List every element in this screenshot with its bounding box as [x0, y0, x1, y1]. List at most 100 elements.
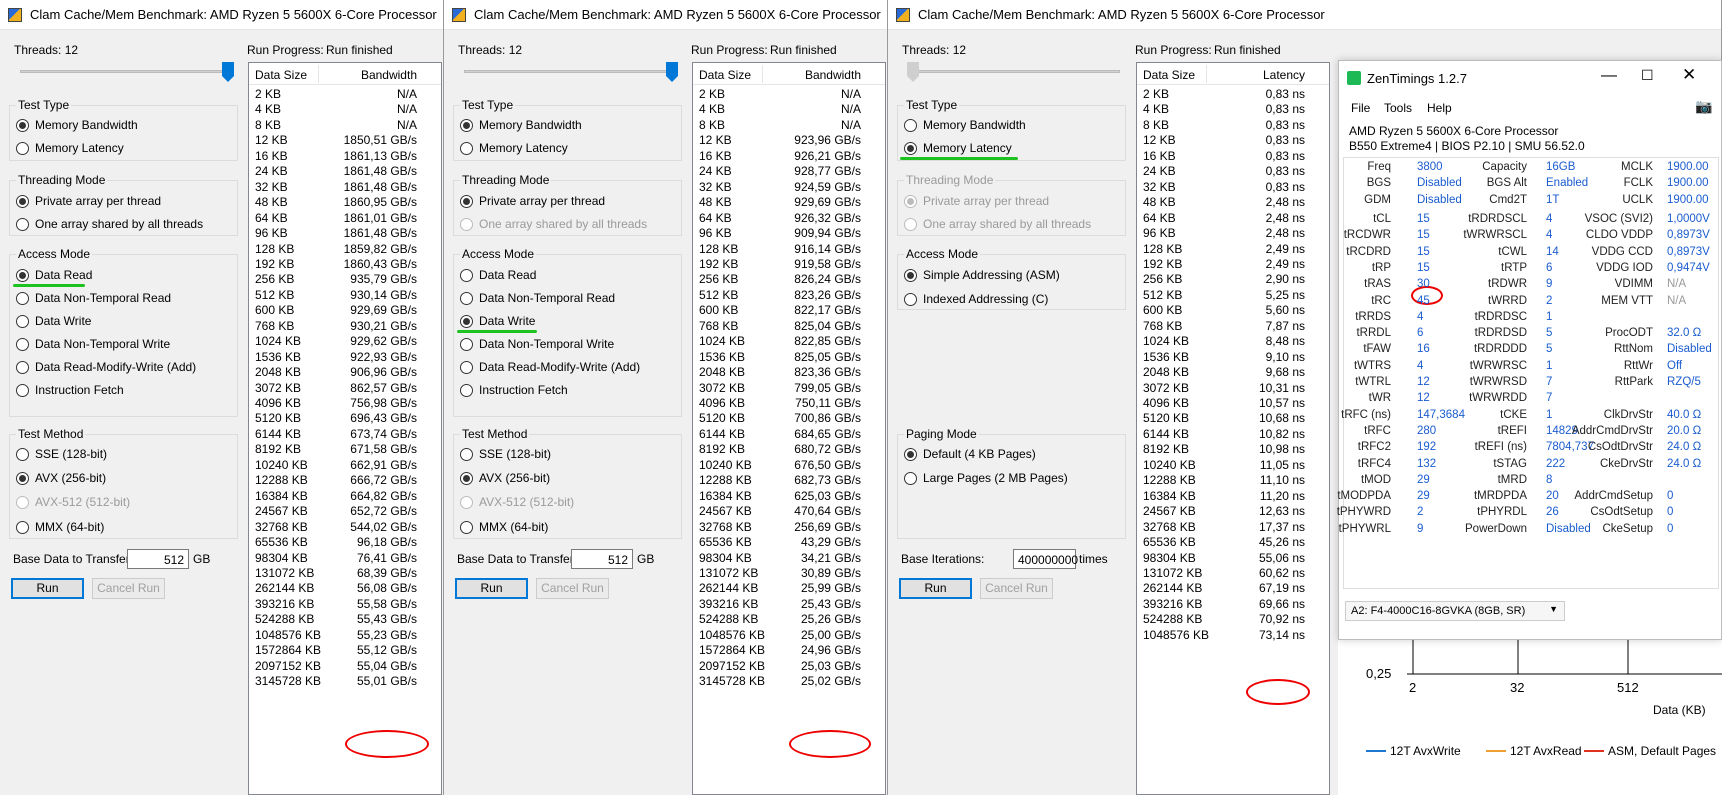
- menu-help[interactable]: Help: [1427, 101, 1452, 115]
- base-iterations-input[interactable]: 400000000: [1013, 549, 1078, 569]
- timing-value: 0: [1667, 490, 1674, 503]
- col-data-size[interactable]: Data Size: [1143, 68, 1195, 82]
- radio-mmx[interactable]: MMX (64-bit): [460, 520, 548, 534]
- radio-memory-latency[interactable]: Memory Latency: [460, 141, 568, 155]
- timing-value: 24.0 Ω: [1667, 441, 1702, 454]
- row-value: 2,49 ns: [1265, 241, 1305, 256]
- radio-one-array[interactable]: One array shared by all threads: [16, 217, 203, 231]
- timing-value: 4: [1417, 359, 1424, 372]
- row-value: 24,96 GB/s: [800, 643, 861, 658]
- camera-icon[interactable]: 📷: [1695, 98, 1712, 115]
- radio-private-array[interactable]: Private array per thread: [460, 194, 605, 208]
- timing-value: 0,9474V: [1667, 261, 1710, 274]
- slider-thumb[interactable]: [907, 62, 919, 82]
- radio-simple-addressing[interactable]: Simple Addressing (ASM): [904, 268, 1060, 282]
- dimm-select[interactable]: A2: F4-4000C16-8GVKA (8GB, SR) ▼: [1345, 601, 1565, 621]
- radio-indexed-addressing[interactable]: Indexed Addressing (C): [904, 292, 1048, 306]
- radio-memory-bandwidth[interactable]: Memory Bandwidth: [460, 118, 582, 132]
- timing-label: tRAS: [1364, 278, 1391, 291]
- radio-data-write[interactable]: Data Write: [16, 314, 91, 328]
- radio-large-pages[interactable]: Large Pages (2 MB Pages): [904, 471, 1068, 485]
- results-list[interactable]: Data Size Bandwidth 2 KB N/A 4 KB N/A 8 KB N/…: [692, 62, 886, 795]
- row-value: 10,68 ns: [1258, 411, 1305, 426]
- threads-slider[interactable]: [908, 70, 1120, 73]
- row-data-size: 16384 KB: [699, 488, 752, 503]
- radio-avx[interactable]: AVX (256-bit): [460, 471, 550, 485]
- row-value: 822,17 GB/s: [794, 303, 861, 318]
- col-bandwidth[interactable]: Bandwidth: [361, 68, 417, 82]
- base-data-input[interactable]: 512: [127, 549, 189, 569]
- radio-data-nt-read[interactable]: Data Non-Temporal Read: [16, 291, 171, 305]
- threads-slider[interactable]: [20, 70, 232, 73]
- timing-label: tRFC4: [1357, 457, 1391, 470]
- cpu-name: AMD Ryzen 5 5600X 6-Core Processor: [1349, 124, 1559, 138]
- radio-data-rmw[interactable]: Data Read-Modify-Write (Add): [16, 360, 196, 374]
- row-value: 0,83 ns: [1265, 164, 1305, 179]
- row-value: 823,36 GB/s: [794, 365, 861, 380]
- row-data-size: 98304 KB: [699, 550, 752, 565]
- radio-memory-latency[interactable]: Memory Latency: [904, 141, 1012, 155]
- results-list[interactable]: Data Size Bandwidth 2 KB N/A 4 KB N/A 8 KB N/…: [248, 62, 442, 795]
- radio-mmx[interactable]: MMX (64-bit): [16, 520, 104, 534]
- legend-label: 12T AvxWrite: [1390, 744, 1461, 758]
- timing-label: FCLK: [1623, 177, 1653, 190]
- radio-data-nt-write[interactable]: Data Non-Temporal Write: [16, 337, 170, 351]
- radio-instruction-fetch[interactable]: Instruction Fetch: [460, 383, 568, 397]
- timing-value: 40.0 Ω: [1667, 408, 1702, 421]
- run-button[interactable]: Run: [455, 578, 528, 599]
- col-data-size[interactable]: Data Size: [255, 68, 307, 82]
- row-data-size: 768 KB: [255, 318, 295, 333]
- timing-label: tRDWR: [1488, 278, 1527, 291]
- radio-data-write[interactable]: Data Write: [460, 314, 535, 328]
- radio-data-rmw[interactable]: Data Read-Modify-Write (Add): [460, 360, 640, 374]
- radio-sse[interactable]: SSE (128-bit): [460, 447, 551, 461]
- radio-default-pages[interactable]: Default (4 KB Pages): [904, 447, 1036, 461]
- radio-private-array[interactable]: Private array per thread: [16, 194, 161, 208]
- menu-tools[interactable]: Tools: [1384, 101, 1412, 115]
- radio-data-read[interactable]: Data Read: [460, 268, 536, 282]
- row-value: 470,64 GB/s: [794, 504, 861, 519]
- radio-memory-bandwidth[interactable]: Memory Bandwidth: [904, 118, 1026, 132]
- radio-instruction-fetch[interactable]: Instruction Fetch: [16, 383, 124, 397]
- row-data-size: 512 KB: [255, 287, 295, 302]
- col-latency[interactable]: Latency: [1263, 68, 1305, 82]
- run-button[interactable]: Run: [11, 578, 84, 599]
- timing-value: 26: [1546, 506, 1559, 519]
- minimize-button[interactable]: —: [1601, 67, 1617, 85]
- maximize-button[interactable]: ☐: [1641, 67, 1654, 84]
- base-data-input[interactable]: 512: [571, 549, 633, 569]
- row-value: 55,01 GB/s: [356, 674, 417, 689]
- row-data-size: 1048576 KB: [699, 627, 766, 642]
- radio-avx[interactable]: AVX (256-bit): [16, 471, 106, 485]
- col-data-size[interactable]: Data Size: [699, 68, 751, 82]
- timing-label: BGS: [1366, 177, 1391, 190]
- timing-value: 4: [1546, 229, 1553, 242]
- radio-data-nt-read[interactable]: Data Non-Temporal Read: [460, 291, 615, 305]
- radio-sse[interactable]: SSE (128-bit): [16, 447, 107, 461]
- timing-label: RttPark: [1614, 376, 1653, 388]
- radio-memory-latency[interactable]: Memory Latency: [16, 141, 124, 155]
- menu-file[interactable]: File: [1351, 101, 1370, 115]
- row-value: 69,66 ns: [1258, 596, 1305, 611]
- run-button[interactable]: Run: [899, 578, 972, 599]
- row-data-size: 12 KB: [255, 133, 288, 148]
- radio-data-read[interactable]: Data Read: [16, 268, 92, 282]
- timing-label: UCLK: [1622, 193, 1653, 206]
- radio-memory-bandwidth[interactable]: Memory Bandwidth: [16, 118, 138, 132]
- threads-slider[interactable]: [464, 70, 676, 73]
- radio-data-nt-write[interactable]: Data Non-Temporal Write: [460, 337, 614, 351]
- threads-label: Threads: 12: [14, 43, 79, 57]
- gb-label: GB: [637, 552, 655, 566]
- timing-label: tREFI: [1497, 424, 1527, 437]
- row-data-size: 131072 KB: [1143, 565, 1203, 580]
- timing-label: CsOdtSetup: [1590, 506, 1653, 519]
- slider-thumb[interactable]: [666, 62, 678, 82]
- timing-value: 12: [1417, 376, 1430, 388]
- close-button[interactable]: ✕: [1682, 65, 1696, 85]
- slider-thumb[interactable]: [222, 62, 234, 82]
- group-title: Threading Mode: [16, 173, 108, 187]
- row-data-size: 12 KB: [699, 133, 732, 148]
- col-bandwidth[interactable]: Bandwidth: [805, 68, 861, 82]
- row-data-size: 262144 KB: [255, 581, 315, 596]
- timing-value: 9: [1546, 278, 1553, 291]
